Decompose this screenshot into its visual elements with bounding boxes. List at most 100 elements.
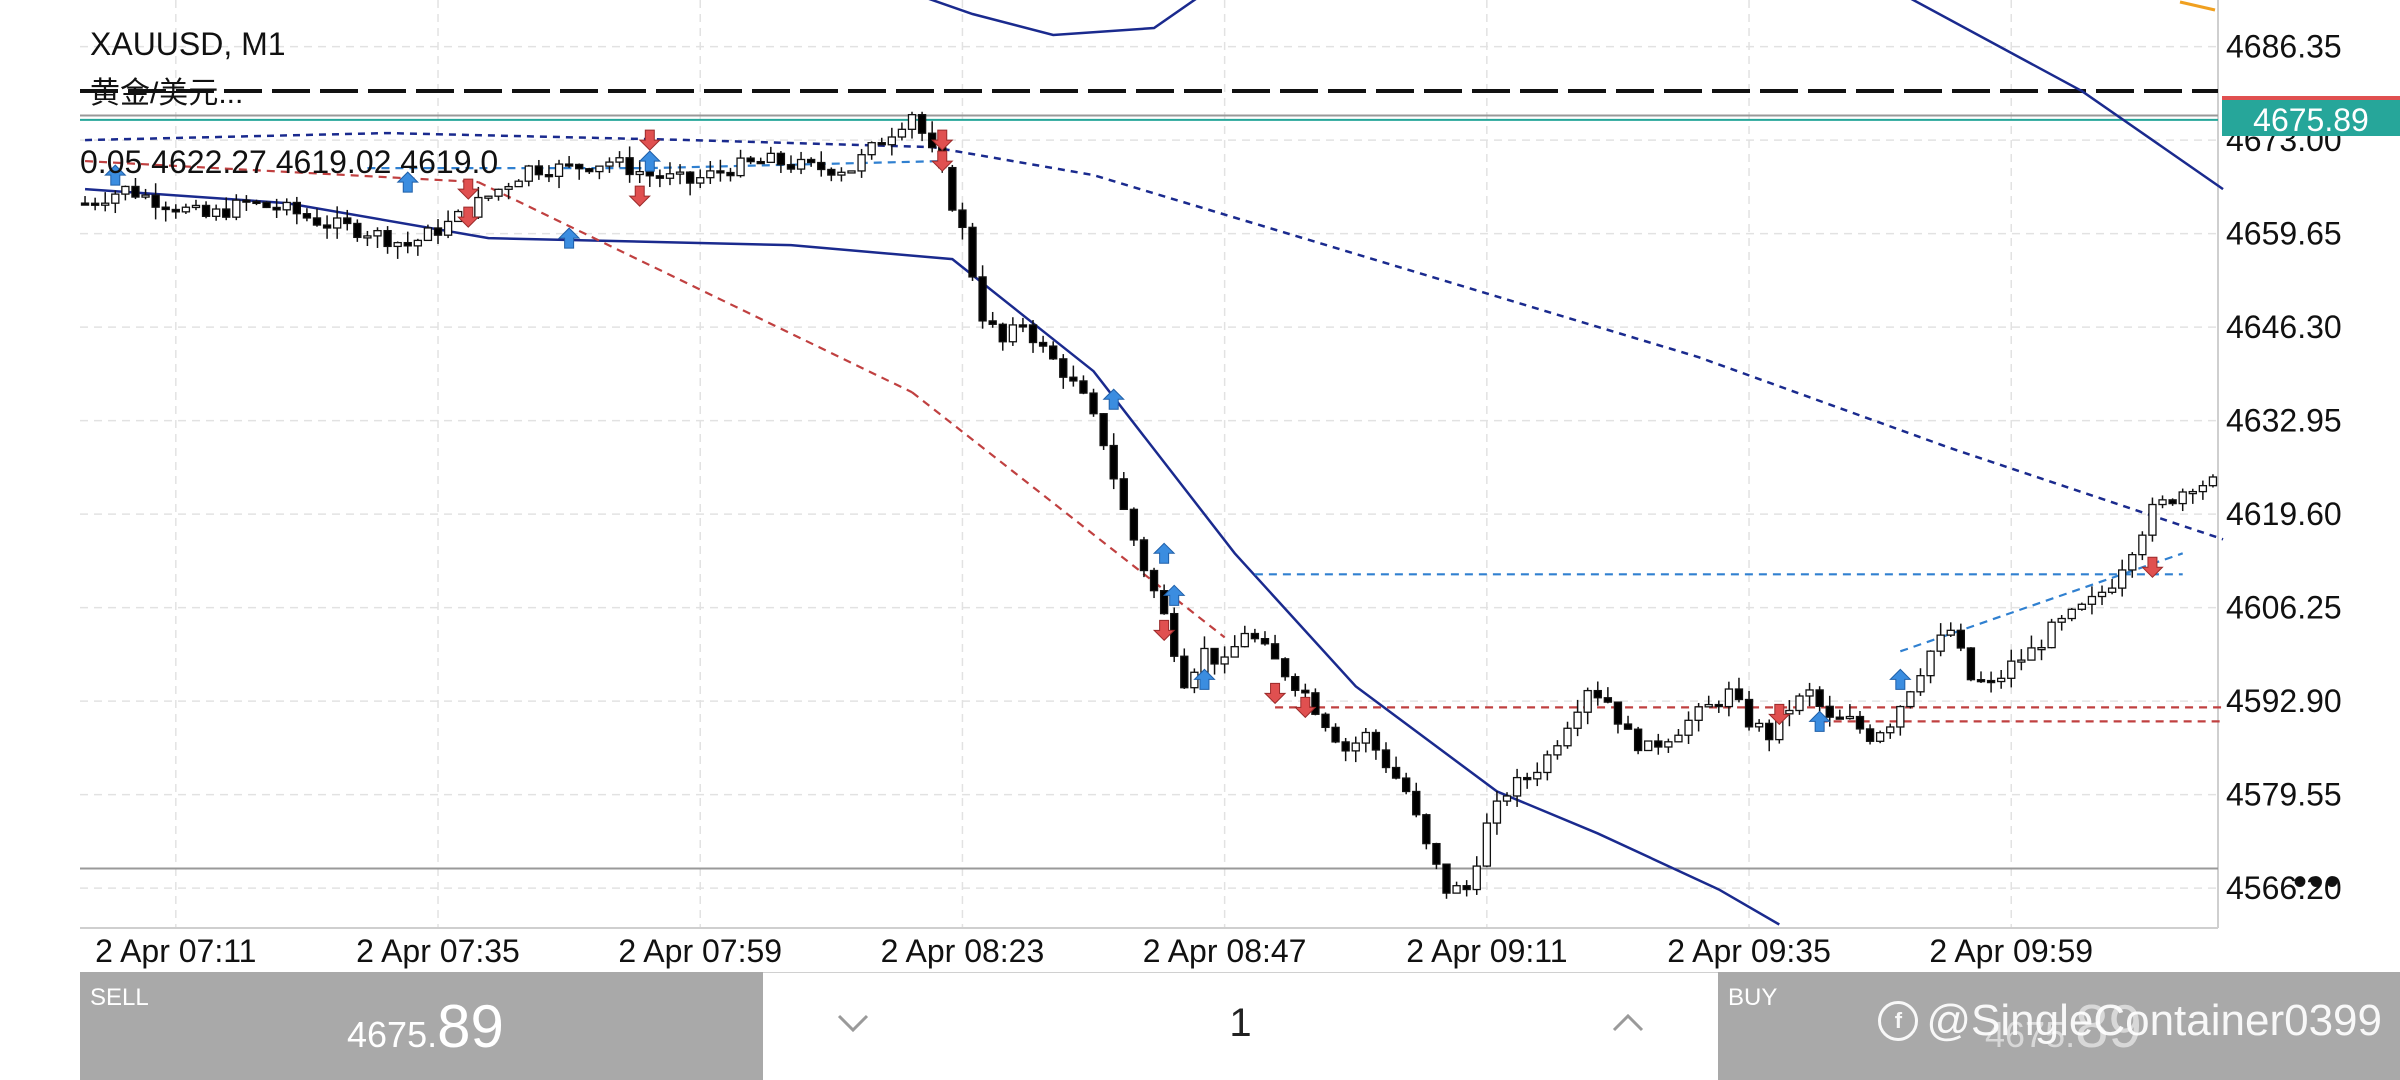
candle-body (655, 175, 665, 179)
candle-body (282, 201, 291, 211)
candle-body (1886, 726, 1895, 734)
candle-body (524, 165, 533, 182)
candles (80, 111, 2218, 899)
candle-body (1714, 703, 1723, 708)
sell-price-big: 89 (437, 993, 504, 1060)
candle-body (1946, 629, 1955, 636)
candle-body (585, 168, 594, 173)
candle-body (322, 224, 332, 229)
candle-body (786, 164, 796, 170)
candle-body (1593, 689, 1602, 699)
time-tick-label: 2 Apr 09:11 (1406, 933, 1567, 969)
candle-body (716, 170, 725, 174)
sell-button[interactable]: SELL 4675.89 (80, 972, 763, 1080)
candle-body (1230, 646, 1239, 658)
candle-body (1059, 358, 1068, 378)
candle-body (595, 165, 604, 173)
app-root: 4686.35 4673.00 4659.65 4646.30 4632.95 4619.… (0, 0, 2400, 1080)
candle-body (433, 227, 443, 236)
candle-body (1906, 691, 1915, 708)
candle-body (171, 208, 180, 213)
candle-body (1684, 719, 1693, 736)
lot-size-value[interactable]: 1 (763, 1001, 1718, 1046)
candle-body (201, 204, 211, 217)
candle-body (474, 196, 483, 218)
candle-body (1966, 647, 1976, 681)
sell-price: 4675.89 (347, 992, 504, 1061)
candle-body (2077, 603, 2087, 610)
candle-body (151, 194, 160, 208)
candle-body (1502, 795, 1512, 802)
indicator-line-gold (2179, 0, 2216, 12)
candle-body (1069, 376, 1078, 382)
candle-body (2067, 608, 2076, 620)
candle-body (1321, 713, 1330, 729)
candle-body (2027, 647, 2036, 661)
candle-body (2017, 659, 2026, 663)
candle-body (988, 320, 997, 325)
candle-body (363, 235, 372, 239)
candle-body (827, 168, 836, 176)
lot-increase-button[interactable] (1598, 993, 1658, 1053)
candle-body (1916, 675, 1925, 693)
candle-body (1371, 731, 1381, 751)
trade-line (477, 181, 913, 394)
candle-body (1018, 324, 1028, 328)
candle-body (1825, 705, 1834, 718)
price-tick-label: 4592.90 (2226, 683, 2342, 719)
candle-body (1038, 341, 1048, 347)
candle-body (1765, 722, 1774, 741)
time-axis: 2 Apr 07:11 2 Apr 07:35 2 Apr 07:59 2 Apr 0… (95, 933, 2093, 969)
candle-body (685, 171, 695, 184)
candle-body (857, 154, 866, 172)
more-menu-button[interactable]: ••• (2282, 860, 2352, 904)
current-price-tag: 4675.89 (2222, 96, 2400, 138)
candle-body (2148, 503, 2157, 536)
candle-body (1996, 677, 2006, 683)
trade-line (649, 159, 943, 170)
candle-body (494, 188, 503, 197)
time-tick-label: 2 Apr 08:47 (1143, 933, 1307, 969)
candle-body (1331, 726, 1340, 743)
candle-body (1613, 701, 1623, 725)
candle-body (1280, 658, 1290, 678)
candle-body (1724, 688, 1734, 708)
candle-body (907, 114, 917, 130)
candle-body (1119, 478, 1128, 511)
candle-body (2037, 646, 2046, 651)
candle-body (847, 170, 856, 174)
candle-body (1220, 656, 1229, 665)
symbol-description: 黄金/美元... (90, 77, 244, 110)
candle-body (605, 161, 614, 167)
time-tick-label: 2 Apr 08:23 (881, 933, 1045, 969)
candle-body (101, 202, 110, 206)
candle-body (1815, 689, 1824, 707)
candle-body (2097, 591, 2107, 598)
candle-body (1896, 705, 1905, 728)
candle-body (2118, 569, 2127, 589)
candle-body (1623, 723, 1633, 730)
candle-body (1664, 741, 1673, 748)
time-tick-label: 2 Apr 07:11 (95, 933, 256, 969)
candle-body (343, 217, 352, 225)
candle-body (181, 206, 191, 213)
candle-body (1563, 727, 1572, 747)
candle-body (1422, 814, 1431, 845)
facebook-icon: f (1878, 1001, 1919, 1041)
candle-body (111, 193, 120, 204)
candle-body (978, 276, 987, 322)
candle-body (1845, 715, 1855, 720)
candle-body (191, 204, 201, 209)
candle-body (1754, 722, 1764, 728)
candle-body (1976, 679, 1986, 683)
buy-button[interactable]: BUY 4675.89 f @SingleContainer0399 (1718, 972, 2400, 1080)
buy-arrow-icon (1889, 668, 1912, 690)
candle-body (90, 202, 100, 206)
candle-body (575, 163, 584, 170)
candle-body (1210, 647, 1219, 665)
candle-body (312, 217, 322, 226)
sell-arrow-icon (628, 185, 651, 207)
candle-body (1301, 689, 1310, 694)
candle-body (736, 157, 745, 177)
candle-body (2178, 491, 2187, 505)
